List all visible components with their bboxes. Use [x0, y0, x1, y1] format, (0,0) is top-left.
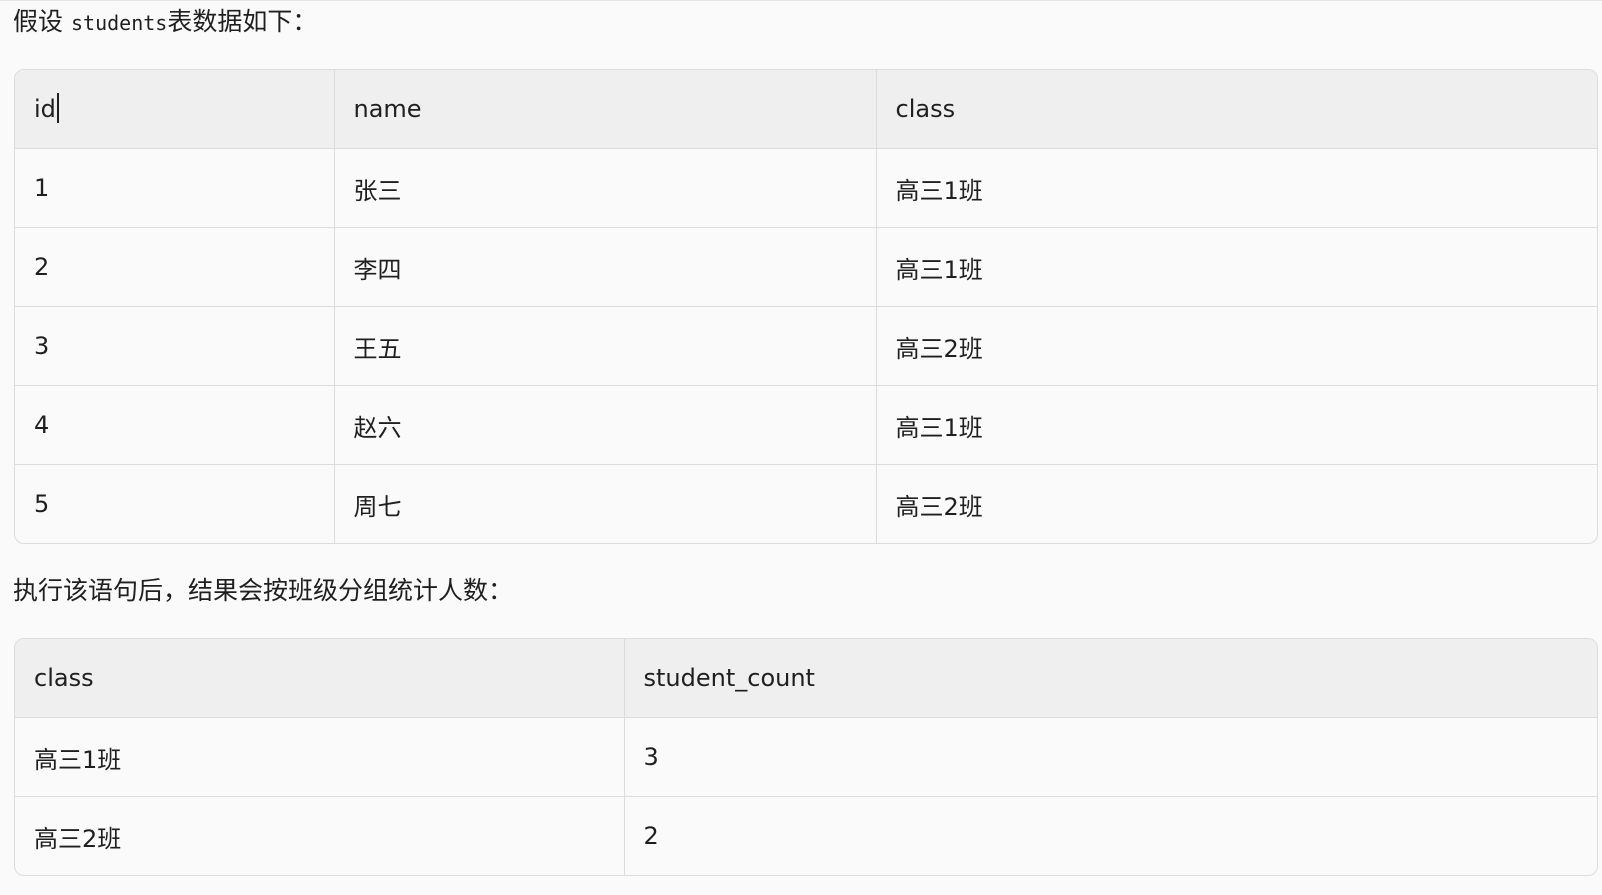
cell-name[interactable]: 李四	[334, 227, 877, 307]
cell-class[interactable]: 高三1班	[15, 717, 625, 797]
cell-class[interactable]: 高三1班	[876, 385, 1597, 465]
cell-class[interactable]: 高三2班	[876, 306, 1597, 386]
cell-class[interactable]: 高三2班	[15, 796, 625, 875]
cell-id[interactable]: 5	[15, 464, 335, 543]
table-row: 3 王五 高三2班	[15, 306, 1597, 386]
table-header-row: class student_count	[15, 639, 1597, 718]
intro-paragraph: 假设 students表数据如下：	[13, 7, 317, 38]
cell-id[interactable]: 4	[15, 385, 335, 465]
cell-id[interactable]: 3	[15, 306, 335, 386]
intro-prefix: 假设	[13, 7, 64, 36]
column-header-student-count[interactable]: student_count	[624, 639, 1597, 718]
cell-student-count[interactable]: 3	[624, 717, 1597, 797]
cell-class[interactable]: 高三1班	[876, 148, 1597, 228]
inline-code-students: students	[71, 11, 168, 35]
column-header-name[interactable]: name	[334, 70, 877, 149]
column-header-class[interactable]: class	[15, 639, 625, 718]
cell-name[interactable]: 张三	[334, 148, 877, 228]
column-header-class[interactable]: class	[876, 70, 1597, 149]
result-intro-paragraph: 执行该语句后，结果会按班级分组统计人数：	[13, 576, 514, 605]
cell-id[interactable]: 1	[15, 148, 335, 228]
table-row: 5 周七 高三2班	[15, 464, 1597, 544]
table-row: 2 李四 高三1班	[15, 227, 1597, 307]
table-header-row: id name class	[15, 70, 1597, 149]
cell-student-count[interactable]: 2	[624, 797, 1597, 876]
table-row: 1 张三 高三1班	[15, 148, 1597, 228]
intro-suffix: 表数据如下：	[167, 7, 318, 36]
cell-name[interactable]: 周七	[334, 464, 877, 543]
students-table: id name class 1 张三 高三1班 2 李四 高三1班 3 王五 高…	[14, 69, 1598, 544]
cell-class[interactable]: 高三1班	[876, 227, 1597, 307]
cell-id[interactable]: 2	[15, 227, 335, 307]
top-divider	[0, 0, 1602, 4]
column-header-id[interactable]: id	[15, 70, 335, 149]
result-table: class student_count 高三1班 3 高三2班 2	[14, 638, 1598, 876]
table-row: 高三1班 3	[15, 717, 1597, 797]
table-row: 4 赵六 高三1班	[15, 385, 1597, 465]
cell-name[interactable]: 王五	[334, 306, 877, 386]
text-cursor	[56, 93, 59, 123]
cell-name[interactable]: 赵六	[334, 385, 877, 465]
cell-class[interactable]: 高三2班	[876, 465, 1597, 544]
table-row: 高三2班 2	[15, 796, 1597, 876]
